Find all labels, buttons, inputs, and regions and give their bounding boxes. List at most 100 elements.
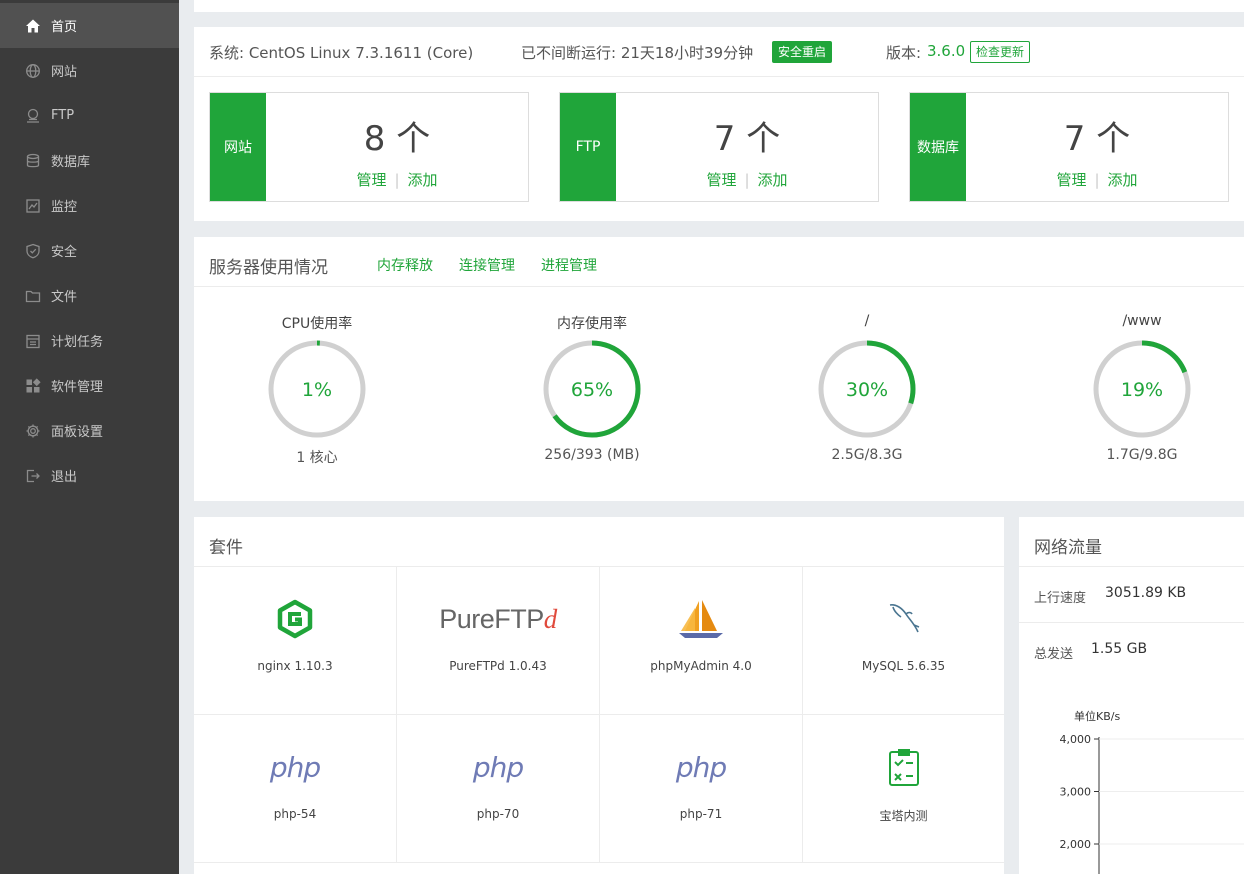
folder-icon [24, 287, 42, 305]
calendar-icon [24, 332, 42, 350]
gauge-percent: 30% [846, 379, 888, 401]
php-logo: php [472, 750, 524, 784]
suite-item-php54[interactable]: php php-54 [194, 715, 397, 863]
stat-count: 8 个 [363, 119, 431, 159]
add-link[interactable]: 添加 [758, 171, 788, 189]
pureftpd-logo-main: PureFTP [439, 603, 544, 634]
suite-item-name: 宝塔内测 [879, 809, 928, 823]
monitor-icon [24, 197, 42, 215]
database-icon [24, 152, 42, 170]
gauge-title: CPU使用率 [281, 316, 353, 332]
add-link[interactable]: 添加 [408, 171, 438, 189]
manage-link[interactable]: 管理 [706, 171, 736, 189]
sidebar-item-label: 网站 [51, 65, 78, 80]
manage-link[interactable]: 管理 [356, 171, 386, 189]
uptime-info: 已不间断运行: 21天18小时39分钟 [521, 44, 754, 62]
logout-icon [24, 467, 42, 485]
sidebar-item-cron[interactable]: 计划任务 [0, 318, 179, 363]
suite-item-php71[interactable]: php php-71 [600, 715, 803, 863]
panel-title: 套件 [209, 538, 243, 558]
stat-box-website: 网站 8 个 管理 | 添加 [209, 92, 529, 202]
manage-link[interactable]: 管理 [1056, 171, 1086, 189]
nginx-icon [194, 595, 396, 643]
gauge-memory[interactable]: 内存使用率 65% 256/393 (MB) [512, 313, 672, 463]
sidebar: 首页 网站 FTP 数据库 监控 安全 文件 计划任务 软件管理 面板设置 退出 [0, 0, 179, 874]
phpmyadmin-icon [600, 595, 802, 643]
network-traffic-panel: 网络流量 上行速度 3051.89 KB 总发送 1.55 GB 单位KB/s … [1019, 517, 1244, 874]
sidebar-item-logout[interactable]: 退出 [0, 453, 179, 498]
panel-header: 套件 [194, 517, 1004, 567]
sidebar-item-label: FTP [51, 108, 75, 123]
sidebar-item-label: 安全 [51, 245, 78, 260]
gauge-disk-root[interactable]: / 30% 2.5G/8.3G [787, 313, 947, 463]
suite-item-phpmyadmin[interactable]: phpMyAdmin 4.0 [600, 567, 803, 715]
connection-manage-link[interactable]: 连接管理 [459, 255, 515, 275]
sidebar-item-settings[interactable]: 面板设置 [0, 408, 179, 453]
sidebar-item-label: 软件管理 [51, 380, 104, 395]
pureftpd-icon: PureFTPd [397, 595, 599, 643]
sidebar-item-label: 首页 [51, 20, 78, 35]
gauge-title: 内存使用率 [557, 316, 627, 332]
server-usage-panel: 服务器使用情况 内存释放 连接管理 进程管理 CPU使用率 1% 1 核心 内存… [194, 237, 1244, 501]
sidebar-item-database[interactable]: 数据库 [0, 138, 179, 183]
add-link[interactable]: 添加 [1108, 171, 1138, 189]
version-label: 版本: [886, 44, 922, 62]
version-value: 3.6.0 [927, 42, 966, 60]
sidebar-item-monitor[interactable]: 监控 [0, 183, 179, 228]
panel-header: 服务器使用情况 内存释放 连接管理 进程管理 [194, 237, 1244, 287]
panel-title: 服务器使用情况 [209, 258, 328, 278]
stat-links: 管理 | 添加 [266, 169, 528, 190]
sidebar-item-website[interactable]: 网站 [0, 48, 179, 93]
sidebar-item-home[interactable]: 首页 [0, 3, 179, 48]
stat-links: 管理 | 添加 [616, 169, 878, 190]
gauge-cpu[interactable]: CPU使用率 1% 1 核心 [237, 313, 397, 467]
sidebar-item-label: 计划任务 [51, 335, 104, 350]
memory-release-link[interactable]: 内存释放 [377, 255, 433, 275]
gauge-detail: 1 核心 [296, 450, 338, 466]
gauge-percent: 19% [1121, 379, 1163, 401]
apps-icon [24, 377, 42, 395]
upload-speed-label: 上行速度 [1034, 591, 1087, 606]
suite-item-name: PureFTPd 1.0.43 [449, 659, 547, 673]
suite-item-php70[interactable]: php php-70 [397, 715, 600, 863]
suite-item-bt-beta[interactable]: 宝塔内测 [803, 715, 1004, 863]
stat-label: FTP [560, 93, 616, 201]
stat-label: 数据库 [910, 93, 966, 201]
check-update-button[interactable]: 检查更新 [970, 41, 1031, 63]
gauge-percent: 65% [571, 379, 613, 401]
stat-links: 管理 | 添加 [966, 169, 1228, 190]
gauge-ring: 19% [1093, 340, 1191, 438]
gauge-title: /www [1122, 313, 1162, 329]
gauge-detail: 256/393 (MB) [544, 447, 640, 463]
chart-y-tick-label: 4,000 [1060, 733, 1092, 746]
suite-item-pureftpd[interactable]: PureFTPd PureFTPd 1.0.43 [397, 567, 600, 715]
suite-panel: 套件 nginx 1.10.3 PureFTPd PureFTPd 1.0.43… [194, 517, 1004, 874]
suite-item-name: php-71 [679, 807, 723, 821]
gauge-ring: 30% [818, 340, 916, 438]
chart-y-tick-label: 3,000 [1060, 786, 1092, 799]
sidebar-item-software[interactable]: 软件管理 [0, 363, 179, 408]
gauge-disk-www[interactable]: /www 19% 1.7G/9.8G [1062, 313, 1222, 463]
link-separator: | [1094, 171, 1100, 189]
upload-speed-value: 3051.89 KB [1105, 585, 1187, 601]
home-icon [24, 17, 42, 35]
total-sent-value: 1.55 GB [1091, 641, 1148, 657]
php-logo: php [269, 750, 321, 784]
sidebar-item-label: 面板设置 [51, 425, 104, 440]
sidebar-item-label: 数据库 [51, 155, 91, 170]
mysql-icon [803, 595, 1004, 643]
suite-item-mysql[interactable]: MySQL 5.6.35 [803, 567, 1004, 715]
suite-item-nginx[interactable]: nginx 1.10.3 [194, 567, 397, 715]
suite-item-name: nginx 1.10.3 [257, 659, 333, 673]
process-manage-link[interactable]: 进程管理 [541, 255, 597, 275]
gauge-percent: 1% [302, 379, 332, 401]
php-icon: php [600, 743, 802, 791]
sidebar-item-ftp[interactable]: FTP [0, 93, 179, 138]
sidebar-item-security[interactable]: 安全 [0, 228, 179, 273]
sidebar-item-files[interactable]: 文件 [0, 273, 179, 318]
network-chart: 单位KB/s 4,000 3,000 2,000 [1060, 709, 1244, 874]
system-info-row: 系统: CentOS Linux 7.3.1611 (Core) 已不间断运行:… [194, 27, 1244, 77]
upload-speed-row: 上行速度 3051.89 KB [1019, 567, 1244, 623]
gauge-title: / [864, 313, 870, 329]
safe-restart-button[interactable]: 安全重启 [772, 41, 833, 63]
